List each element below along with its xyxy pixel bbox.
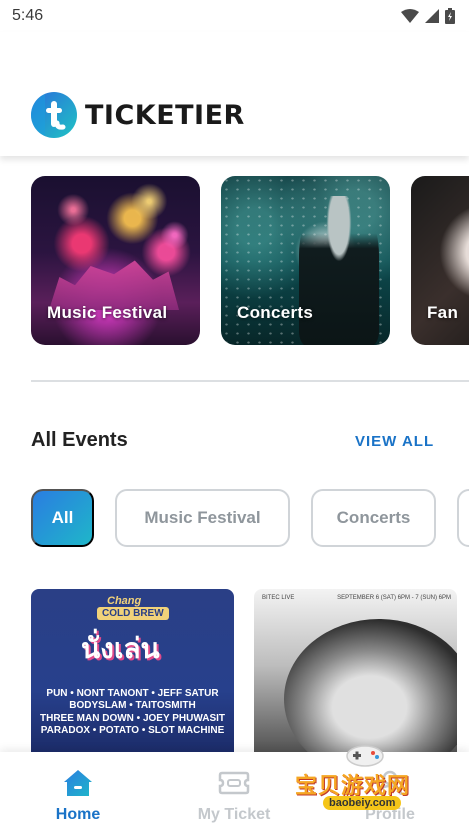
event-title-art: นั่งเล่น xyxy=(81,632,160,665)
filter-chips: All Music Festival Concerts xyxy=(31,489,469,547)
event-subbrand: COLD BREW xyxy=(97,607,169,620)
signal-icon xyxy=(425,9,439,23)
view-all-link[interactable]: VIEW ALL xyxy=(355,433,434,450)
section-divider xyxy=(31,380,469,382)
battery-icon xyxy=(445,8,455,24)
lineup-line: PUN • NONT TANONT • JEFF SATUR xyxy=(46,688,219,699)
category-card-music-festival[interactable]: Music Festival xyxy=(31,176,200,345)
nav-label: Home xyxy=(55,806,101,823)
lineup-line: THREE MAN DOWN • JOEY PHUWASIT xyxy=(40,712,225,724)
filter-chip-concerts[interactable]: Concerts xyxy=(311,489,436,547)
wifi-icon xyxy=(401,9,419,23)
artist-photo xyxy=(284,619,457,759)
home-icon xyxy=(63,768,93,798)
nav-label: My Ticket xyxy=(197,806,271,823)
filter-chip-more[interactable] xyxy=(457,489,469,547)
brand-logo[interactable]: TICKETIER xyxy=(31,92,245,138)
event-card[interactable]: BITEC LIVE SEPTEMBER 6 (SAT) 6PM - 7 (SU… xyxy=(254,589,457,759)
category-label: Concerts xyxy=(237,303,314,322)
event-brand: Chang xyxy=(107,595,142,607)
event-venue: BITEC LIVE xyxy=(262,595,295,601)
category-card-fan[interactable]: Fan xyxy=(411,176,469,345)
lineup-line: PARADOX • POTATO • SLOT MACHINE xyxy=(40,725,225,737)
category-carousel[interactable]: Music Festival Concerts Fan xyxy=(0,156,469,356)
status-time: 5:46 xyxy=(12,7,44,24)
nav-home[interactable]: Home xyxy=(0,752,156,834)
category-card-concerts[interactable]: Concerts xyxy=(221,176,390,345)
status-icons xyxy=(401,8,455,24)
gamepad-icon xyxy=(346,745,384,767)
ticketier-logo-icon xyxy=(31,92,77,138)
category-label: Fan xyxy=(427,303,459,322)
ticket-icon xyxy=(218,768,250,798)
lineup-line: BODYSLAM • TAITOSMITH xyxy=(69,700,196,712)
status-bar: 5:46 xyxy=(0,0,469,32)
watermark: 宝贝游戏网 baobeiy.com xyxy=(287,742,447,834)
filter-chip-all[interactable]: All xyxy=(31,489,94,547)
app-header: TICKETIER xyxy=(0,32,469,156)
event-date: SEPTEMBER 6 (SAT) 6PM - 7 (SUN) 6PM xyxy=(337,595,451,601)
brand-name: TICKETIER xyxy=(85,99,245,131)
category-label: Music Festival xyxy=(47,303,168,322)
event-card[interactable]: Chang COLD BREW นั่งเล่น PUN • NONT TANO… xyxy=(31,589,234,759)
section-title: All Events xyxy=(31,429,128,451)
watermark-url: baobeiy.com xyxy=(323,796,402,810)
filter-chip-music-festival[interactable]: Music Festival xyxy=(115,489,290,547)
event-lineup: PUN • NONT TANONT • JEFF SATUR BODYSLAM … xyxy=(31,688,234,738)
